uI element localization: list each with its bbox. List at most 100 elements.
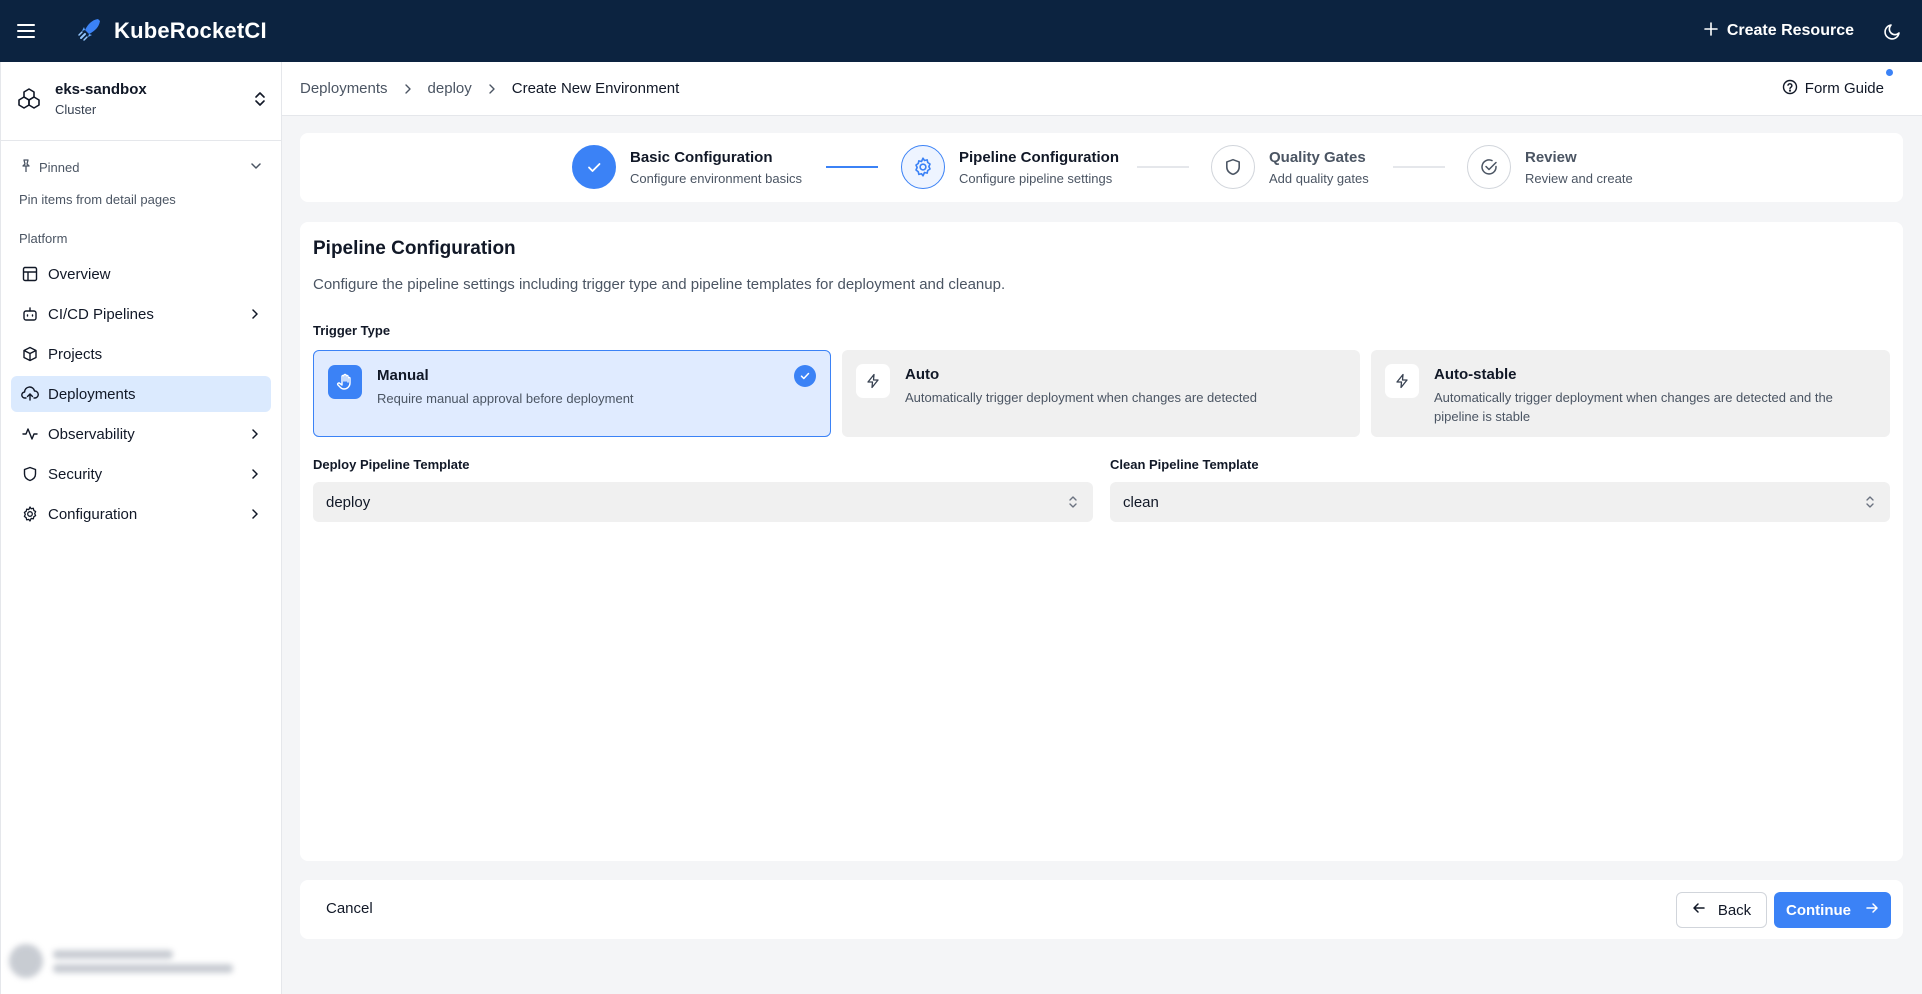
hand-icon bbox=[328, 365, 362, 399]
sidebar-item-observability[interactable]: Observability bbox=[11, 416, 271, 452]
pin-icon bbox=[19, 159, 33, 176]
form-description: Configure the pipeline settings includin… bbox=[313, 276, 1006, 293]
moon-icon[interactable] bbox=[1884, 22, 1902, 40]
rocket-icon bbox=[76, 15, 104, 48]
chevron-right-icon bbox=[248, 427, 262, 441]
pipeline-configuration-form: Pipeline Configuration Configure the pip… bbox=[300, 222, 1903, 861]
step-subtitle: Review and create bbox=[1525, 170, 1633, 186]
box-icon bbox=[20, 346, 40, 362]
cluster-switcher[interactable]: eks-sandbox Cluster bbox=[1, 72, 281, 126]
sidebar-item-label: Projects bbox=[48, 345, 103, 363]
sidebar-item-projects[interactable]: Projects bbox=[11, 336, 271, 372]
chevron-right-icon bbox=[402, 83, 414, 95]
trigger-option-auto-stable[interactable]: Auto-stable Automatically trigger deploy… bbox=[1371, 350, 1890, 437]
trigger-option-title: Auto bbox=[905, 366, 940, 383]
arrow-left-icon bbox=[1692, 901, 1706, 919]
back-label: Back bbox=[1717, 901, 1752, 919]
chevron-right-icon bbox=[248, 507, 262, 521]
clean-template-value: clean bbox=[1123, 493, 1159, 511]
sidebar-item-overview[interactable]: Overview bbox=[11, 256, 271, 292]
step-pipeline-configuration[interactable]: Pipeline Configuration Configure pipelin… bbox=[901, 145, 1119, 189]
sidebar-nav: Overview CI/CD Pipelines Projects Deploy… bbox=[1, 256, 281, 532]
continue-button[interactable]: Continue bbox=[1774, 892, 1891, 928]
chevron-right-icon bbox=[248, 307, 262, 321]
sidebar-item-label: Observability bbox=[48, 425, 135, 443]
trigger-option-description: Automatically trigger deployment when ch… bbox=[905, 390, 1257, 405]
form-guide-button[interactable]: Form Guide bbox=[1782, 68, 1893, 99]
sidebar-item-label: Configuration bbox=[48, 505, 138, 523]
step-basic-configuration[interactable]: Basic Configuration Configure environmen… bbox=[572, 145, 802, 189]
cancel-button[interactable]: Cancel bbox=[326, 900, 373, 917]
sidebar-item-deployments[interactable]: Deployments bbox=[11, 376, 271, 412]
create-resource-button[interactable]: Create Resource bbox=[1704, 21, 1854, 41]
pinned-hint: Pin items from detail pages bbox=[19, 192, 176, 207]
trigger-option-title: Manual bbox=[377, 367, 429, 384]
back-button[interactable]: Back bbox=[1676, 892, 1767, 928]
step-connector bbox=[1137, 166, 1189, 168]
step-title: Basic Configuration bbox=[630, 148, 773, 166]
page-title: Pipeline Configuration bbox=[313, 238, 516, 259]
wizard-stepper: Basic Configuration Configure environmen… bbox=[300, 133, 1903, 202]
sidebar-item-cicd-pipelines[interactable]: CI/CD Pipelines bbox=[11, 296, 271, 332]
check-circle-icon bbox=[1467, 145, 1511, 189]
trigger-option-auto[interactable]: Auto Automatically trigger deployment wh… bbox=[842, 350, 1360, 437]
user-info-redacted bbox=[53, 945, 233, 978]
pinned-section-toggle[interactable]: Pinned bbox=[1, 159, 281, 176]
chevrons-up-down-icon[interactable] bbox=[253, 90, 267, 108]
cluster-name: eks-sandbox bbox=[55, 81, 147, 98]
sidebar-item-label: Overview bbox=[48, 265, 111, 283]
chevron-down-icon bbox=[249, 159, 263, 176]
sidebar: eks-sandbox Cluster Pinned Pin items fro… bbox=[0, 62, 282, 994]
check-icon bbox=[572, 145, 616, 189]
clean-template-label: Clean Pipeline Template bbox=[1110, 457, 1259, 472]
notification-dot bbox=[1886, 68, 1893, 76]
chevron-right-icon bbox=[486, 83, 498, 95]
menu-icon[interactable] bbox=[0, 0, 52, 62]
step-connector bbox=[826, 166, 878, 168]
step-quality-gates[interactable]: Quality Gates Add quality gates bbox=[1211, 145, 1369, 189]
sidebar-item-security[interactable]: Security bbox=[11, 456, 271, 492]
plus-icon bbox=[1704, 21, 1718, 41]
trigger-option-title: Auto-stable bbox=[1434, 366, 1517, 383]
step-subtitle: Configure environment basics bbox=[630, 170, 802, 186]
form-guide-label: Form Guide bbox=[1804, 80, 1884, 97]
zap-icon bbox=[856, 364, 890, 398]
cluster-icon bbox=[15, 85, 43, 113]
breadcrumb-deploy[interactable]: deploy bbox=[428, 80, 472, 97]
step-connector bbox=[1393, 166, 1445, 168]
sidebar-item-label: Deployments bbox=[48, 385, 136, 403]
deploy-template-select[interactable]: deploy bbox=[313, 482, 1093, 522]
step-review[interactable]: Review Review and create bbox=[1467, 145, 1633, 189]
breadcrumb: Deployments deploy Create New Environmen… bbox=[300, 80, 679, 97]
pinned-label: Pinned bbox=[39, 160, 80, 175]
user-profile-menu[interactable] bbox=[9, 938, 275, 984]
breadcrumb-current: Create New Environment bbox=[511, 80, 680, 97]
platform-section-label: Platform bbox=[19, 231, 68, 246]
zap-icon bbox=[1385, 364, 1419, 398]
shield-icon bbox=[20, 466, 40, 482]
bot-icon bbox=[20, 306, 40, 322]
help-circle-icon bbox=[1782, 79, 1798, 99]
trigger-option-manual[interactable]: Manual Require manual approval before de… bbox=[313, 350, 831, 437]
step-title: Quality Gates bbox=[1269, 148, 1366, 166]
deploy-template-value: deploy bbox=[326, 493, 371, 511]
trigger-option-description: Require manual approval before deploymen… bbox=[377, 391, 634, 406]
clean-template-select[interactable]: clean bbox=[1110, 482, 1890, 522]
step-subtitle: Add quality gates bbox=[1269, 170, 1369, 186]
gear-icon bbox=[901, 145, 945, 189]
trigger-type-label: Trigger Type bbox=[313, 323, 391, 338]
sidebar-item-label: Security bbox=[48, 465, 103, 483]
form-actions: Cancel Back Continue bbox=[300, 880, 1903, 939]
sidebar-item-label: CI/CD Pipelines bbox=[48, 305, 154, 323]
sidebar-item-configuration[interactable]: Configuration bbox=[11, 496, 271, 532]
top-bar: KubeRocketCI Create Resource bbox=[0, 0, 1922, 62]
cluster-type: Cluster bbox=[55, 102, 97, 117]
cloud-upload-icon bbox=[20, 386, 40, 402]
breadcrumb-deployments[interactable]: Deployments bbox=[300, 80, 388, 97]
chevrons-up-down-icon bbox=[1067, 493, 1079, 515]
deploy-template-label: Deploy Pipeline Template bbox=[313, 457, 470, 472]
app-logo[interactable]: KubeRocketCI bbox=[76, 15, 267, 48]
step-title: Pipeline Configuration bbox=[959, 148, 1119, 166]
create-resource-label: Create Resource bbox=[1726, 22, 1854, 39]
step-title: Review bbox=[1525, 148, 1577, 166]
